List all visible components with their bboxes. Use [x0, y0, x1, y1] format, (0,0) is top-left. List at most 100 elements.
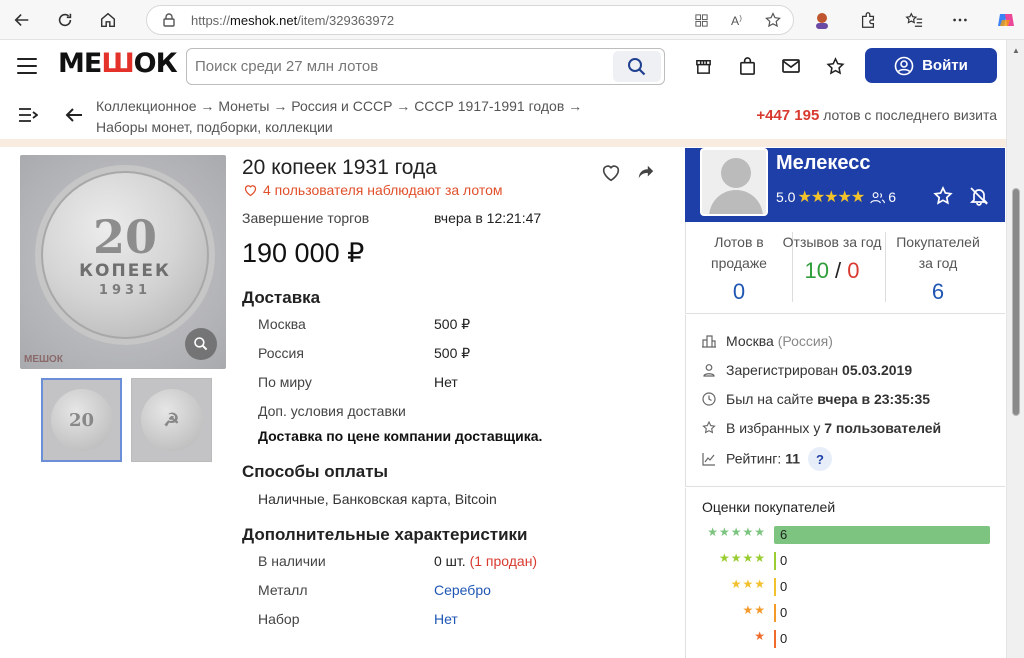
- rating-count-3: 0: [780, 579, 788, 594]
- person-icon: [702, 363, 716, 377]
- rating-count-5: 6: [780, 527, 788, 542]
- seller-city: Москва: [726, 333, 774, 349]
- heart-icon[interactable]: [600, 162, 622, 189]
- stock-value: 0 шт. (1 продан): [434, 553, 537, 569]
- back-arrow-icon[interactable]: [64, 105, 84, 130]
- delivery-value-world: Нет: [434, 374, 458, 390]
- clock-icon: [702, 392, 716, 406]
- stat-reviews-value: 10 / 0: [782, 258, 882, 283]
- read-aloud-icon[interactable]: A): [727, 10, 747, 30]
- registered-value: 05.03.2019: [842, 362, 913, 378]
- follow-star-icon[interactable]: [933, 186, 953, 211]
- seller-avatar[interactable]: [700, 148, 768, 216]
- delivery-label-russia: Россия: [258, 345, 304, 361]
- fav-value: 7 пользователей: [824, 420, 942, 436]
- logo-accent-letter: Ш: [101, 48, 134, 79]
- stars-1-icon: ★: [754, 629, 766, 643]
- new-lots-count: +447 195: [756, 107, 820, 124]
- copilot-icon[interactable]: [994, 8, 1018, 32]
- store-icon[interactable]: [692, 55, 714, 77]
- stat-reviews[interactable]: Отзывов за год 10 / 0: [782, 232, 886, 302]
- stat-reviews-separator: /: [828, 258, 848, 283]
- address-bar[interactable]: https://meshok.net/item/329363972 A): [146, 5, 794, 35]
- thumbnail-obverse[interactable]: ☭: [131, 378, 212, 462]
- set-value-link[interactable]: Нет: [434, 611, 458, 627]
- image-watermark: МЕШОК: [24, 354, 63, 365]
- url-prefix: https://: [191, 12, 231, 28]
- search-button[interactable]: [613, 51, 661, 82]
- seller-rating: 5.0 ★★★★★ 6: [776, 187, 896, 207]
- url-text[interactable]: https://meshok.net/item/329363972: [191, 13, 675, 28]
- stat-reviews-positive: 10: [804, 258, 829, 283]
- more-menu-icon[interactable]: [948, 8, 972, 32]
- url-host: meshok.net: [230, 12, 298, 28]
- profile-avatar-icon[interactable]: [810, 8, 834, 32]
- seller-name[interactable]: Мелекесс: [776, 152, 870, 175]
- rating-row-5[interactable]: ★★★★★ 6: [686, 525, 1006, 545]
- watchers-info: 4 пользователя наблюдают за лотом: [243, 182, 503, 198]
- svg-text:): ): [739, 13, 742, 22]
- stat-lots[interactable]: Лотов в продаже 0: [689, 232, 793, 304]
- payment-methods: Наличные, Банковская карта, Bitcoin: [258, 491, 497, 507]
- thumbnail-reverse[interactable]: 20: [41, 378, 122, 462]
- heart-outline-icon: [244, 184, 257, 196]
- favorites-list-icon[interactable]: [902, 8, 926, 32]
- login-label: Войти: [922, 57, 968, 74]
- breadcrumb[interactable]: Коллекционное → Монеты → Россия и СССР →…: [96, 96, 596, 138]
- delivery-label-moscow: Москва: [258, 316, 306, 332]
- coin-year: 1931: [98, 282, 152, 298]
- search-icon: [628, 57, 646, 75]
- rating-row-4[interactable]: ★★★★ 0: [686, 551, 1006, 571]
- rating-bar-4: [774, 552, 776, 570]
- auction-end-value: вчера в 12:21:47: [434, 210, 542, 226]
- extensions-icon[interactable]: [856, 8, 880, 32]
- scroll-up-arrow-icon[interactable]: ▲: [1012, 46, 1020, 55]
- stock-label: В наличии: [258, 553, 326, 569]
- seller-rating-row: Рейтинг: 11?: [702, 447, 832, 471]
- item-title: 20 копеек 1931 года: [242, 156, 437, 179]
- rating-row-2[interactable]: ★★ 0: [686, 603, 1006, 623]
- reload-icon[interactable]: [51, 6, 79, 34]
- meshok-logo[interactable]: МЕШОК: [58, 48, 178, 79]
- mail-icon[interactable]: [780, 55, 802, 77]
- home-icon[interactable]: [94, 6, 122, 34]
- login-button[interactable]: Войти: [865, 48, 997, 83]
- buyer-ratings: Оценки покупателей ★★★★★ 6 ★★★★ 0 ★★★ 0 …: [685, 488, 1005, 658]
- characteristics-title: Дополнительные характеристики: [242, 525, 528, 544]
- new-lots-since-visit[interactable]: +447 195 лотов с последнего визита: [756, 107, 997, 124]
- coin-image: 20 КОПЕЕК 1931: [35, 165, 215, 345]
- stars-4-icon: ★★★★: [718, 551, 766, 565]
- scrollbar-thumb[interactable]: [1012, 188, 1020, 416]
- category-menu-icon[interactable]: [18, 107, 39, 128]
- delivery-label-world: По миру: [258, 374, 312, 390]
- breadcrumb-bar: Коллекционное → Монеты → Россия и СССР →…: [0, 92, 1006, 140]
- bag-icon[interactable]: [736, 55, 758, 77]
- stat-buyers[interactable]: Покупателей за год 6: [888, 232, 988, 304]
- delivery-value-moscow: 500 ₽: [434, 316, 471, 332]
- metal-label: Металл: [258, 582, 308, 598]
- metal-value-link[interactable]: Серебро: [434, 582, 491, 598]
- mute-bell-icon[interactable]: [969, 186, 989, 211]
- rating-row-3[interactable]: ★★★ 0: [686, 577, 1006, 597]
- vertical-scrollbar[interactable]: ▲: [1006, 40, 1024, 658]
- city-buildings-icon: [702, 334, 716, 348]
- hamburger-menu-icon[interactable]: [17, 58, 37, 74]
- zoom-icon[interactable]: [185, 328, 217, 360]
- rating-count-1: 0: [780, 631, 788, 646]
- favorite-star-icon[interactable]: [763, 10, 783, 30]
- app-available-icon[interactable]: [691, 10, 711, 30]
- rating-help-button[interactable]: ?: [808, 447, 832, 471]
- main-item-image[interactable]: 20 КОПЕЕК 1931 МЕШОК: [20, 155, 226, 369]
- search-box: [186, 48, 665, 85]
- stat-lots-value: 0: [732, 279, 746, 304]
- rating-row-1[interactable]: ★ 0: [686, 629, 1006, 649]
- seller-info: Москва (Россия) Зарегистрирован 05.03.20…: [685, 315, 1005, 487]
- search-input[interactable]: [187, 49, 613, 84]
- item-price: 190 000 ₽: [242, 238, 365, 268]
- back-arrow-icon[interactable]: [8, 6, 36, 34]
- thumbnail-strip: 20 ☭: [41, 378, 212, 462]
- stat-buyers-value: 6: [931, 279, 945, 304]
- favorites-star-icon[interactable]: [824, 55, 846, 77]
- delivery-title: Доставка: [242, 288, 321, 307]
- share-icon[interactable]: [637, 163, 655, 186]
